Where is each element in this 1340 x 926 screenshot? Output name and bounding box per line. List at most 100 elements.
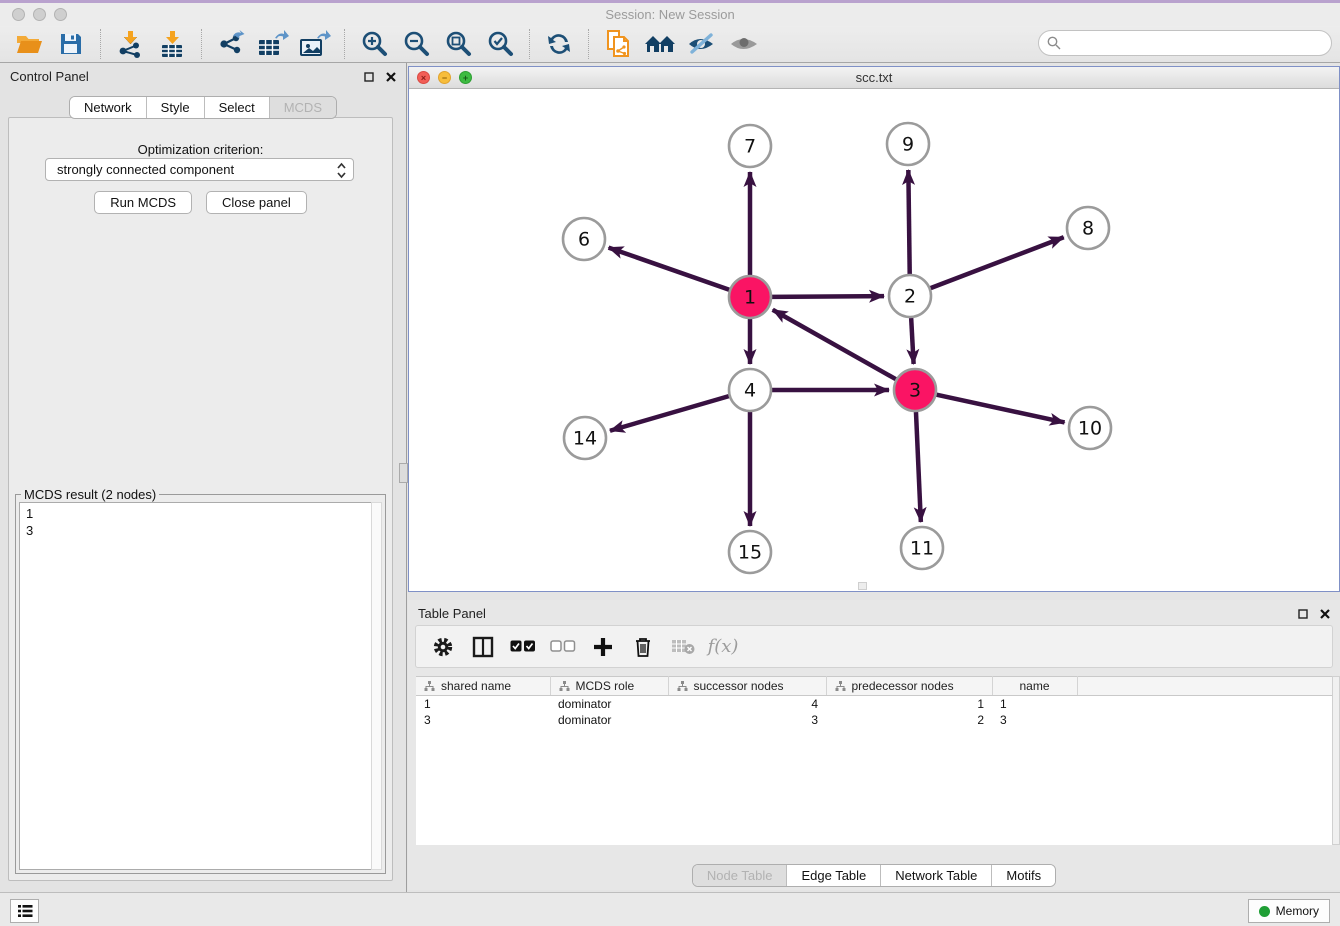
edge-1-6[interactable] [609, 248, 730, 290]
table-cell[interactable]: 2 [826, 712, 992, 728]
edge-3-11[interactable] [916, 412, 921, 522]
show-details-button[interactable] [727, 28, 761, 60]
edge-3-10[interactable] [936, 395, 1064, 423]
table-panel-float-button[interactable] [1298, 609, 1308, 619]
zoom-in-icon [360, 30, 388, 58]
table-row[interactable]: 1dominator411 [416, 696, 1340, 712]
node-9[interactable]: 9 [887, 123, 929, 165]
table-row[interactable]: 3dominator323 [416, 712, 1340, 728]
node-10[interactable]: 10 [1069, 407, 1111, 449]
export-image-icon [299, 30, 331, 58]
zoom-fit-button[interactable] [441, 28, 475, 60]
fx-icon: f(x) [708, 636, 739, 657]
node-3[interactable]: 3 [894, 369, 936, 411]
edge-3-1[interactable] [773, 310, 896, 379]
import-network-button[interactable] [113, 28, 147, 60]
table-settings-button[interactable] [428, 632, 458, 662]
function-builder-button[interactable]: f(x) [708, 632, 738, 662]
memory-button[interactable]: Memory [1248, 899, 1330, 923]
network-graph: 7 9 6 8 1 2 4 3 14 10 15 11 [409, 89, 1339, 591]
column-header-predecessor-nodes[interactable]: predecessor nodes [826, 677, 992, 696]
table-cell[interactable]: 3 [416, 712, 550, 728]
table-panel-close-button[interactable] [1320, 609, 1330, 619]
open-session-button[interactable] [12, 28, 46, 60]
column-header-shared-name[interactable]: shared name [416, 677, 550, 696]
zoom-in-button[interactable] [357, 28, 391, 60]
tab-motifs[interactable]: Motifs [992, 865, 1055, 886]
criterion-dropdown[interactable]: strongly connected component [45, 158, 354, 181]
table-cell[interactable]: 1 [826, 696, 992, 712]
table-cell[interactable]: 1 [416, 696, 550, 712]
node-6[interactable]: 6 [563, 218, 605, 260]
deselect-all-columns-button[interactable] [548, 632, 578, 662]
table-cell[interactable]: dominator [550, 696, 668, 712]
column-header-name[interactable]: name [992, 677, 1077, 696]
save-session-button[interactable] [54, 28, 88, 60]
node-7[interactable]: 7 [729, 125, 771, 167]
tab-style[interactable]: Style [147, 97, 205, 118]
refresh-view-button[interactable] [542, 28, 576, 60]
control-panel-float-button[interactable] [364, 72, 374, 82]
node-1[interactable]: 1 [729, 276, 771, 318]
export-table-icon [257, 30, 289, 58]
table-cell[interactable]: dominator [550, 712, 668, 728]
search-field[interactable] [1038, 30, 1332, 56]
close-icon [1320, 609, 1330, 619]
canvas-resize-grip[interactable] [858, 582, 867, 590]
tab-node-table[interactable]: Node Table [693, 865, 788, 886]
column-header-MCDS-role[interactable]: MCDS role [550, 677, 668, 696]
search-input[interactable] [1065, 33, 1331, 53]
home-button[interactable] [643, 28, 677, 60]
table-cell[interactable]: 4 [668, 696, 826, 712]
app-title-bar: Session: New Session [0, 3, 1340, 26]
column-header-successor-nodes[interactable]: successor nodes [668, 677, 826, 696]
export-table-button[interactable] [256, 28, 290, 60]
control-panel-close-button[interactable] [386, 72, 396, 82]
create-column-button[interactable] [588, 632, 618, 662]
node-2[interactable]: 2 [889, 275, 931, 317]
edge-2-9[interactable] [908, 170, 909, 274]
delete-column-button[interactable] [628, 632, 658, 662]
import-table-button[interactable] [155, 28, 189, 60]
network-window-titlebar[interactable]: × − + scc.txt [409, 67, 1339, 89]
tab-select[interactable]: Select [205, 97, 270, 118]
tab-network[interactable]: Network [70, 97, 147, 118]
status-list-button[interactable] [10, 899, 39, 923]
tab-edge-table[interactable]: Edge Table [787, 865, 881, 886]
select-all-columns-button[interactable] [508, 632, 538, 662]
delete-table-button[interactable] [668, 632, 698, 662]
node-11[interactable]: 11 [901, 527, 943, 569]
mcds-result-field: MCDS result (2 nodes) 1 3 [15, 494, 386, 874]
unchecked-boxes-icon [550, 640, 576, 653]
network-minimize-button[interactable]: − [438, 71, 451, 84]
edge-4-14[interactable] [610, 396, 729, 431]
show-columns-button[interactable] [468, 632, 498, 662]
hide-details-button[interactable] [685, 28, 719, 60]
node-14[interactable]: 14 [564, 417, 606, 459]
edge-2-8[interactable] [931, 237, 1064, 288]
result-scrollbar[interactable] [371, 502, 382, 870]
edge-2-3[interactable] [911, 318, 913, 364]
mcds-result-text[interactable]: 1 3 [19, 502, 371, 870]
table-cell[interactable]: 3 [992, 712, 1077, 728]
export-image-button[interactable] [298, 28, 332, 60]
zoom-selected-button[interactable] [483, 28, 517, 60]
clone-network-button[interactable] [601, 28, 635, 60]
panel-splitter-handle[interactable] [399, 463, 408, 483]
export-network-button[interactable] [214, 28, 248, 60]
table-cell[interactable]: 1 [992, 696, 1077, 712]
zoom-out-button[interactable] [399, 28, 433, 60]
close-panel-button[interactable]: Close panel [206, 191, 307, 214]
network-close-button[interactable]: × [417, 71, 430, 84]
node-4[interactable]: 4 [729, 369, 771, 411]
run-mcds-button[interactable]: Run MCDS [94, 191, 192, 214]
edge-1-2[interactable] [772, 296, 884, 297]
table-scrollbar[interactable] [1332, 676, 1340, 845]
network-canvas[interactable]: 7 9 6 8 1 2 4 3 14 10 15 11 [409, 89, 1339, 591]
network-maximize-button[interactable]: + [459, 71, 472, 84]
tab-mcds[interactable]: MCDS [270, 97, 336, 118]
node-8[interactable]: 8 [1067, 207, 1109, 249]
node-15[interactable]: 15 [729, 531, 771, 573]
tab-network-table[interactable]: Network Table [881, 865, 992, 886]
table-cell[interactable]: 3 [668, 712, 826, 728]
